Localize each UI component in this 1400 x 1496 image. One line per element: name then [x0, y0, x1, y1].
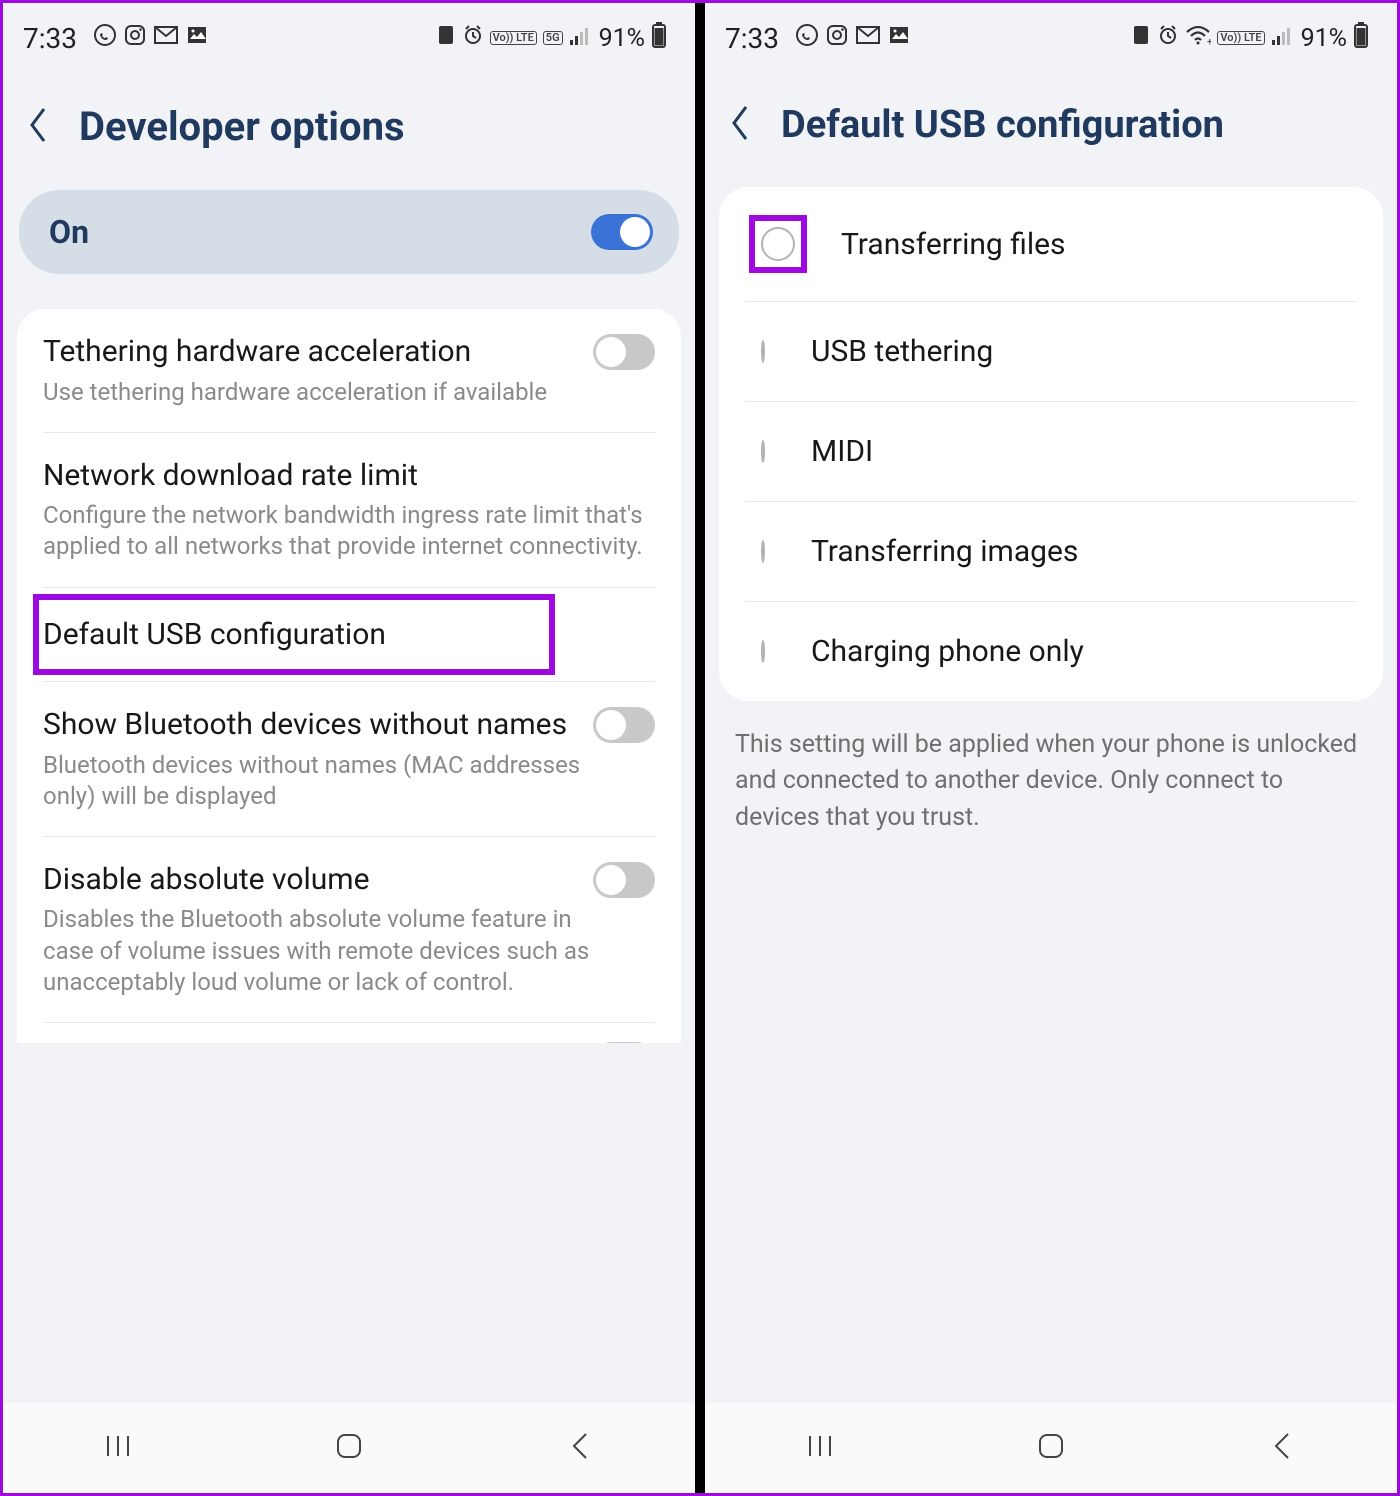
- usb-options-list: Transferring files USB tethering MIDI Tr…: [719, 187, 1383, 701]
- option-label: MIDI: [811, 434, 873, 469]
- status-bar: 7:33 + Vo)) LTE: [705, 3, 1397, 73]
- row-desc: Bluetooth devices without names (MAC add…: [43, 750, 582, 812]
- nav-back-icon[interactable]: [560, 1426, 600, 1470]
- alarm-icon: [1157, 24, 1179, 52]
- nav-home-icon[interactable]: [329, 1426, 369, 1470]
- status-bar: 7:33 Vo)) LTE 5G: [3, 3, 695, 73]
- screen-divider: [695, 3, 705, 1493]
- battery-icon: [1353, 22, 1369, 54]
- option-label: Transferring images: [811, 534, 1078, 569]
- gallery-icon: [887, 23, 911, 53]
- nav-bar: [3, 1403, 695, 1493]
- signal-icon: [569, 24, 591, 52]
- gmail-icon: [855, 23, 881, 53]
- radio-icon[interactable]: [761, 640, 765, 663]
- row-cut-off[interactable]: x: [17, 1023, 681, 1043]
- page-header: Developer options: [3, 73, 695, 190]
- fiveg-icon: 5G: [543, 31, 563, 45]
- nav-back-icon[interactable]: [1262, 1426, 1302, 1470]
- page-title: Developer options: [79, 103, 405, 150]
- page-header: Default USB configuration: [705, 73, 1397, 187]
- master-toggle-label: On: [49, 213, 89, 251]
- volte-icon: Vo)) LTE: [1217, 31, 1264, 45]
- radio-icon[interactable]: [761, 340, 765, 363]
- card-icon: [436, 24, 456, 52]
- status-right: + Vo)) LTE 91%: [1131, 22, 1369, 54]
- row-title: Network download rate limit: [43, 457, 655, 495]
- whatsapp-icon: [795, 23, 819, 53]
- row-title: Show Bluetooth devices without names: [43, 706, 579, 744]
- option-label: Transferring files: [841, 227, 1066, 262]
- radio-icon[interactable]: [761, 440, 765, 463]
- status-right: Vo)) LTE 5G 91%: [436, 22, 667, 54]
- battery-percent: 91%: [1301, 24, 1347, 53]
- option-charging-only[interactable]: Charging phone only: [719, 602, 1383, 701]
- status-left: 7:33: [23, 22, 209, 55]
- nav-home-icon[interactable]: [1031, 1426, 1071, 1470]
- row-tethering-hw[interactable]: Tethering hardware acceleration Use teth…: [17, 309, 681, 432]
- toggle-bt-no-names[interactable]: [593, 707, 655, 743]
- status-left: 7:33: [725, 22, 911, 55]
- instagram-icon: [123, 23, 147, 53]
- option-usb-tethering[interactable]: USB tethering: [719, 302, 1383, 401]
- master-toggle[interactable]: [591, 214, 653, 250]
- radio-icon[interactable]: [761, 227, 795, 261]
- gmail-icon: [153, 23, 179, 53]
- back-icon[interactable]: [25, 105, 51, 149]
- row-desc: Disables the Bluetooth absolute volume f…: [43, 904, 606, 998]
- row-desc: Configure the network bandwidth ingress …: [43, 500, 655, 562]
- option-transferring-images[interactable]: Transferring images: [719, 502, 1383, 601]
- option-transferring-files[interactable]: Transferring files: [719, 187, 1383, 301]
- battery-percent: 91%: [599, 24, 645, 53]
- highlight-box-icon: [33, 594, 555, 676]
- gallery-icon: [185, 23, 209, 53]
- option-midi[interactable]: MIDI: [719, 402, 1383, 501]
- row-desc: Use tethering hardware acceleration if a…: [43, 377, 582, 408]
- row-abs-volume[interactable]: Disable absolute volume Disables the Blu…: [17, 837, 681, 1022]
- phone-left: 7:33 Vo)) LTE 5G: [3, 3, 695, 1493]
- nav-recent-icon[interactable]: [98, 1426, 138, 1470]
- wifi-icon: +: [1185, 24, 1211, 52]
- option-label: USB tethering: [811, 334, 993, 369]
- instagram-icon: [825, 23, 849, 53]
- option-label: Charging phone only: [811, 634, 1084, 669]
- highlight-box-icon: [749, 215, 807, 273]
- master-toggle-row[interactable]: On: [19, 190, 679, 274]
- toggle-tethering-hw[interactable]: [593, 334, 655, 370]
- row-title: Disable absolute volume: [43, 861, 579, 899]
- nav-bar: [705, 1403, 1397, 1493]
- volte-icon: Vo)) LTE: [490, 31, 537, 45]
- radio-icon[interactable]: [761, 540, 765, 563]
- row-bt-no-names[interactable]: Show Bluetooth devices without names Blu…: [17, 682, 681, 836]
- back-icon[interactable]: [727, 103, 753, 147]
- info-text: This setting will be applied when your p…: [705, 701, 1397, 862]
- toggle-cutoff[interactable]: [593, 1042, 655, 1043]
- nav-recent-icon[interactable]: [800, 1426, 840, 1470]
- alarm-icon: [462, 24, 484, 52]
- phone-right: 7:33 + Vo)) LTE: [705, 3, 1397, 1493]
- row-network-rate[interactable]: Network download rate limit Configure th…: [17, 433, 681, 587]
- page-title: Default USB configuration: [781, 103, 1224, 147]
- settings-list: Tethering hardware acceleration Use teth…: [17, 308, 681, 1043]
- toggle-abs-volume[interactable]: [593, 862, 655, 898]
- row-title: Tethering hardware acceleration: [43, 333, 579, 371]
- signal-icon: [1271, 24, 1293, 52]
- svg-text:+: +: [1207, 37, 1211, 46]
- card-icon: [1131, 24, 1151, 52]
- status-time: 7:33: [23, 22, 77, 55]
- row-default-usb[interactable]: Default USB configuration: [17, 588, 681, 682]
- whatsapp-icon: [93, 23, 117, 53]
- status-time: 7:33: [725, 22, 779, 55]
- battery-icon: [651, 22, 667, 54]
